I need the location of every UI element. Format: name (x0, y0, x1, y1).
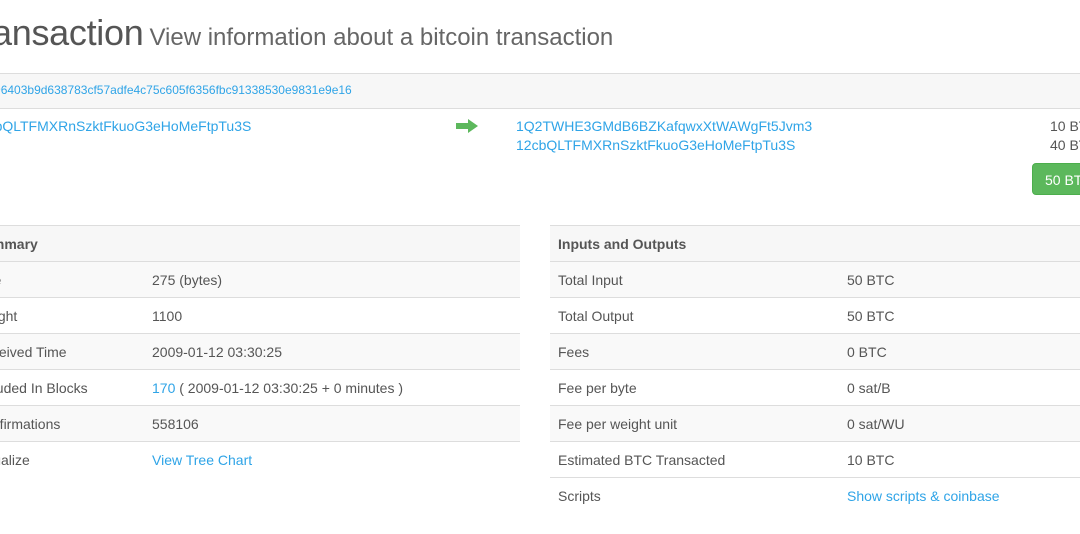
input-address-link[interactable]: 12cbQLTFMXRnSzktFkuoG3eHoMeFtpTu3S (0, 117, 251, 136)
output-amounts: 10 BTC 40 BTC (1050, 117, 1080, 155)
row-label: Fee per weight unit (550, 405, 839, 442)
page-title: Transaction (0, 12, 144, 53)
output-amount: 40 BTC (1050, 137, 1080, 153)
table-row: Received Time2009-01-12 03:30:25 (0, 333, 520, 370)
output-amount: 10 BTC (1050, 118, 1080, 134)
row-label: Fee per byte (550, 369, 839, 406)
table-row: Fees 0 BTC (550, 333, 1080, 370)
tx-hash-link[interactable]: f4184fc596403b9d638783cf57adfe4c75c605f6… (0, 83, 352, 97)
table-row: Total Input 50 BTC (550, 261, 1080, 298)
row-label: Size (0, 261, 144, 298)
table-row: Confirmations558106 (0, 405, 520, 442)
row-value: 50 BTC (839, 297, 1080, 334)
row-label: Visualize (0, 441, 144, 478)
row-value: 170 ( 2009-01-12 03:30:25 + 0 minutes ) (144, 369, 520, 406)
row-value: 0 BTC (839, 333, 1080, 370)
row-value: 2009-01-12 03:30:25 (144, 333, 520, 370)
right-arrow-icon (456, 119, 478, 133)
row-value: View Tree Chart (144, 441, 520, 478)
tx-hash-bar: f4184fc596403b9d638783cf57adfe4c75c605f6… (0, 73, 1080, 109)
summary-table: Summary Size275 (bytes) Weight1100 Recei… (0, 225, 520, 478)
table-row: Fee per byte 0 sat/B (550, 369, 1080, 406)
total-amount-button[interactable]: 50 BTC (1032, 163, 1080, 195)
show-scripts-link[interactable]: Show scripts & coinbase (847, 488, 1000, 504)
table-row: Visualize View Tree Chart (0, 441, 520, 478)
page-header: TransactionView information about a bitc… (0, 12, 613, 54)
row-label: Estimated BTC Transacted (550, 441, 839, 478)
row-label: Total Input (550, 261, 839, 298)
row-value: 275 (bytes) (144, 261, 520, 298)
row-value: 50 BTC (839, 261, 1080, 298)
inputs-outputs-table: Inputs and Outputs Total Input 50 BTC Tot… (550, 225, 1080, 514)
table-row: Size275 (bytes) (0, 261, 520, 298)
row-label: Fees (550, 333, 839, 370)
row-value: 0 sat/B (839, 369, 1080, 406)
table-row: Fee per weight unit 0 sat/WU (550, 405, 1080, 442)
io-heading: Inputs and Outputs (550, 225, 1080, 262)
table-row: Scripts Show scripts & coinbase (550, 477, 1080, 514)
output-address-link[interactable]: 1Q2TWHE3GMdB6BZKafqwxXtWAWgFt5Jvm3 (516, 117, 812, 136)
row-value: Show scripts & coinbase (839, 477, 1080, 514)
row-value: 10 BTC (839, 441, 1080, 478)
table-row: Weight1100 (0, 297, 520, 334)
table-row: Estimated BTC Transacted 10 BTC (550, 441, 1080, 478)
row-label: Confirmations (0, 405, 144, 442)
row-value: 1100 (144, 297, 520, 334)
row-label: Received Time (0, 333, 144, 370)
row-label: Total Output (550, 297, 839, 334)
row-value: 0 sat/WU (839, 405, 1080, 442)
row-value: 558106 (144, 405, 520, 442)
row-label: Included In Blocks (0, 369, 144, 406)
table-row: Total Output 50 BTC (550, 297, 1080, 334)
row-label: Scripts (550, 477, 839, 514)
page-subtitle: View information about a bitcoin transac… (149, 24, 614, 51)
block-time: ( 2009-01-12 03:30:25 + 0 minutes ) (175, 379, 404, 396)
summary-heading: Summary (0, 225, 520, 262)
table-row: Included In Blocks170 ( 2009-01-12 03:30… (0, 369, 520, 406)
tx-outputs: 1Q2TWHE3GMdB6BZKafqwxXtWAWgFt5Jvm3 12cbQ… (516, 117, 812, 155)
block-link[interactable]: 170 (152, 380, 175, 396)
row-label: Weight (0, 297, 144, 334)
output-address-link[interactable]: 12cbQLTFMXRnSzktFkuoG3eHoMeFtpTu3S (516, 136, 812, 155)
tx-inputs: 12cbQLTFMXRnSzktFkuoG3eHoMeFtpTu3S (0, 117, 251, 136)
view-tree-chart-link[interactable]: View Tree Chart (152, 452, 252, 468)
